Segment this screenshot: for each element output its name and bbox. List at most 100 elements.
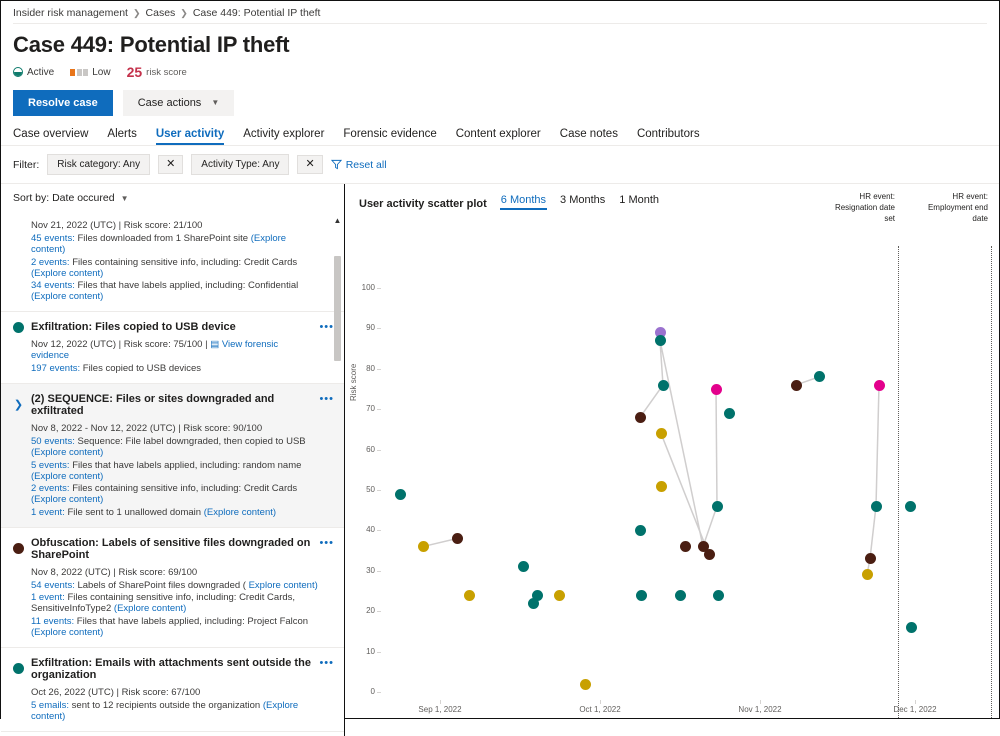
scatter-plot[interactable]: 0102030405060708090100Risk scoreSep 1, 2… <box>345 218 999 736</box>
explore-content-link[interactable]: (Explore content) <box>31 494 103 505</box>
explore-content-link[interactable]: (Explore content) <box>31 447 103 458</box>
activity-more-options-icon[interactable]: ••• <box>319 657 334 669</box>
scatter-point[interactable] <box>713 590 724 601</box>
breadcrumb-item-0[interactable]: Insider risk management <box>13 7 128 19</box>
activity-meta: Oct 26, 2022 (UTC) | Risk score: 67/100 <box>31 687 318 698</box>
event-count: 2 events: <box>31 257 70 268</box>
explore-content-link[interactable]: (Explore content) <box>114 603 186 614</box>
scatter-point[interactable] <box>656 481 667 492</box>
activity-event-line: 34 events: Files that have labels applie… <box>31 280 318 302</box>
explore-content-link[interactable]: (Explore content) <box>31 291 103 302</box>
activity-card[interactable]: Exfiltration: Files copied to USB device… <box>1 312 344 384</box>
scatter-point[interactable] <box>865 553 876 564</box>
scatter-point[interactable] <box>395 489 406 500</box>
tab-contributors[interactable]: Contributors <box>637 128 700 145</box>
activity-more-options-icon[interactable]: ••• <box>319 393 334 405</box>
scatter-point[interactable] <box>724 408 735 419</box>
activity-more-options-icon[interactable]: ••• <box>319 321 334 333</box>
breadcrumb-item-2: Case 449: Potential IP theft <box>193 7 321 19</box>
activity-more-options-icon[interactable]: ••• <box>319 537 334 549</box>
tab-forensic-evidence[interactable]: Forensic evidence <box>343 128 436 145</box>
breadcrumb: Insider risk management ❯ Cases ❯ Case 4… <box>1 1 999 23</box>
scatter-point[interactable] <box>906 622 917 633</box>
scatter-point[interactable] <box>712 501 723 512</box>
scatter-point[interactable] <box>675 590 686 601</box>
scatter-point[interactable] <box>871 501 882 512</box>
scatter-point[interactable] <box>791 380 802 391</box>
scatter-point[interactable] <box>656 428 667 439</box>
activity-event-line: 5 events: Files that have labels applied… <box>31 460 318 482</box>
scatter-point[interactable] <box>636 590 647 601</box>
tab-case-notes[interactable]: Case notes <box>560 128 618 145</box>
activity-meta: Nov 21, 2022 (UTC) | Risk score: 21/100 <box>31 220 318 231</box>
activity-card[interactable]: ❯ (2) SEQUENCE: Files or sites downgraded… <box>1 384 344 528</box>
tab-content-explorer[interactable]: Content explorer <box>456 128 541 145</box>
scroll-up-icon[interactable]: ▲ <box>333 216 342 225</box>
scatter-point[interactable] <box>518 561 529 572</box>
scatter-point[interactable] <box>635 412 646 423</box>
activity-title: (2) SEQUENCE: Files or sites downgraded … <box>31 393 318 417</box>
activity-event-line: 50 events: Sequence: File label downgrad… <box>31 436 318 458</box>
scatter-point[interactable] <box>874 380 885 391</box>
scatter-point[interactable] <box>532 590 543 601</box>
main-content: Sort by: Date occured ▼ Nov 21, 2022 (UT… <box>1 184 999 736</box>
activity-event-line: 5 emails: sent to 12 recipients outside … <box>31 700 318 722</box>
scatter-point[interactable] <box>554 590 565 601</box>
chart-panel: User activity scatter plot 6 Months 3 Mo… <box>345 184 999 736</box>
scatter-point[interactable] <box>680 541 691 552</box>
activity-card[interactable]: Nov 21, 2022 (UTC) | Risk score: 21/100 4… <box>1 220 344 312</box>
scatter-point[interactable] <box>711 384 722 395</box>
chevron-down-icon: ▼ <box>211 99 219 108</box>
scrollbar-thumb[interactable] <box>334 256 341 361</box>
event-text: Files downloaded from 1 SharePoint site <box>75 233 251 244</box>
tab-activity-explorer[interactable]: Activity explorer <box>243 128 324 145</box>
activity-list-scrollbar[interactable]: ▲ <box>333 214 342 736</box>
scatter-point[interactable] <box>814 371 825 382</box>
activity-event-line: 54 events: Labels of SharePoint files do… <box>31 580 318 591</box>
filter-pill-risk-category[interactable]: Risk category: Any <box>47 154 150 175</box>
tab-case-overview[interactable]: Case overview <box>13 128 88 145</box>
range-tab-3-months[interactable]: 3 Months <box>560 194 605 210</box>
scatter-point[interactable] <box>418 541 429 552</box>
scatter-point[interactable] <box>658 380 669 391</box>
activity-event-line: 1 event: File sent to 1 unallowed domain… <box>31 507 318 518</box>
event-text: sent to 12 recipients outside the organi… <box>69 700 263 711</box>
chevron-right-icon[interactable]: ❯ <box>13 400 24 411</box>
activity-event-line: 45 events: Files downloaded from 1 Share… <box>31 233 318 255</box>
event-text: Sequence: File label downgraded, then co… <box>75 436 306 447</box>
reset-all-label: Reset all <box>346 159 387 171</box>
filter-reset-icon <box>331 159 342 170</box>
breadcrumb-item-1[interactable]: Cases <box>146 7 176 19</box>
reset-all-button[interactable]: Reset all <box>331 159 387 171</box>
page-title: Case 449: Potential IP theft <box>1 24 999 60</box>
case-actions-button[interactable]: Case actions ▼ <box>123 90 235 116</box>
scatter-point[interactable] <box>655 335 666 346</box>
activity-card[interactable]: Obfuscation: Labels of sensitive files d… <box>1 528 344 648</box>
scatter-point[interactable] <box>862 569 873 580</box>
explore-content-link[interactable]: Explore content) <box>249 580 318 591</box>
tab-user-activity[interactable]: User activity <box>156 128 224 145</box>
range-tab-1-month[interactable]: 1 Month <box>619 194 659 210</box>
scatter-point[interactable] <box>704 549 715 560</box>
explore-content-link[interactable]: (Explore content) <box>31 471 103 482</box>
scatter-point[interactable] <box>464 590 475 601</box>
explore-content-link[interactable]: (Explore content) <box>31 627 103 638</box>
filter-remove-risk-category-icon[interactable]: ✕ <box>158 155 183 174</box>
filter-pill-activity-type[interactable]: Activity Type: Any <box>191 154 289 175</box>
tab-alerts[interactable]: Alerts <box>107 128 136 145</box>
range-tab-6-months[interactable]: 6 Months <box>501 194 546 210</box>
filter-remove-activity-type-icon[interactable]: ✕ <box>297 155 322 174</box>
activity-date-risk: Nov 12, 2022 (UTC) | Risk score: 75/100 … <box>31 339 210 350</box>
sort-by-label: Sort by: Date occured <box>13 192 115 204</box>
scatter-point[interactable] <box>452 533 463 544</box>
explore-content-link[interactable]: (Explore content) <box>31 268 103 279</box>
activity-list[interactable]: Nov 21, 2022 (UTC) | Risk score: 21/100 4… <box>1 214 344 736</box>
activity-date-risk: Oct 26, 2022 (UTC) | Risk score: 67/100 <box>31 687 200 698</box>
scatter-point[interactable] <box>580 679 591 690</box>
resolve-case-button[interactable]: Resolve case <box>13 90 113 116</box>
activity-card[interactable]: Deletion: Files deleted•••Oct 25, 2022 (… <box>1 732 344 736</box>
sort-by-control[interactable]: Sort by: Date occured ▼ <box>1 184 344 210</box>
explore-content-link[interactable]: (Explore content) <box>204 507 276 518</box>
scatter-point[interactable] <box>905 501 916 512</box>
scatter-point[interactable] <box>635 525 646 536</box>
